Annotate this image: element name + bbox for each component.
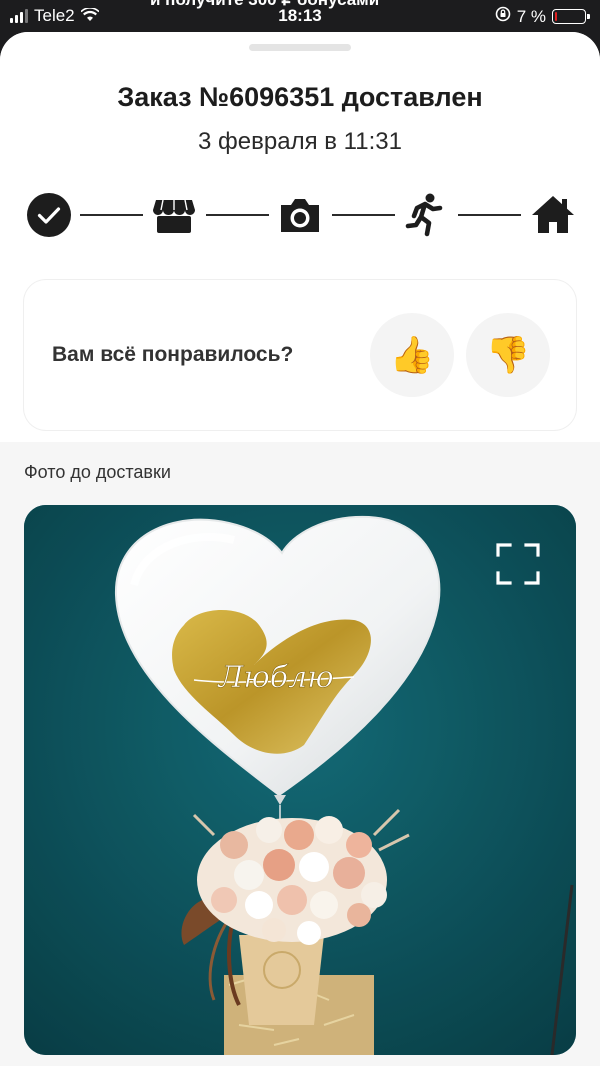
battery-level [555,12,557,21]
order-sheet: Заказ №6096351 доставлен 3 февраля в 11:… [0,32,600,1066]
photo-section-label: Фото до доставки [24,462,171,482]
runner-icon [403,192,449,238]
battery-icon [552,9,590,24]
expand-icon[interactable] [496,543,540,585]
order-title: Заказ №6096351 доставлен [117,82,483,112]
delivery-date: 3 февраля в 11:31 [198,128,402,155]
orientation-lock-icon [495,6,511,27]
camera-icon [277,192,323,238]
sheet-grabber[interactable] [249,44,351,51]
tracker-connector [332,214,395,216]
check-circle-icon [26,192,72,238]
bouquet-balloon-image: Люблю [24,505,576,1055]
delivery-photo[interactable]: Люблю [24,505,576,1055]
tracker-connector [80,214,143,216]
dislike-button[interactable]: 👎 [466,313,550,397]
status-bar: Tele2 и получите 300 ₽ бонусами 18:13 7 … [0,0,600,34]
order-progress-tracker [26,192,576,238]
feedback-question: Вам всё понравилось? [52,343,294,366]
shop-icon [151,192,197,238]
feedback-card: Вам всё понравилось? 👍 👎 [24,280,576,430]
like-button[interactable]: 👍 [370,313,454,397]
battery-percent: 7 % [516,6,546,26]
tracker-connector [206,214,269,216]
thumbs-down-icon: 👎 [485,334,531,375]
status-right: 7 % [495,6,590,27]
thumbs-up-icon: 👍 [389,334,435,375]
home-icon [530,192,576,238]
balloon-text: Люблю [216,660,333,695]
tracker-connector [458,214,521,216]
